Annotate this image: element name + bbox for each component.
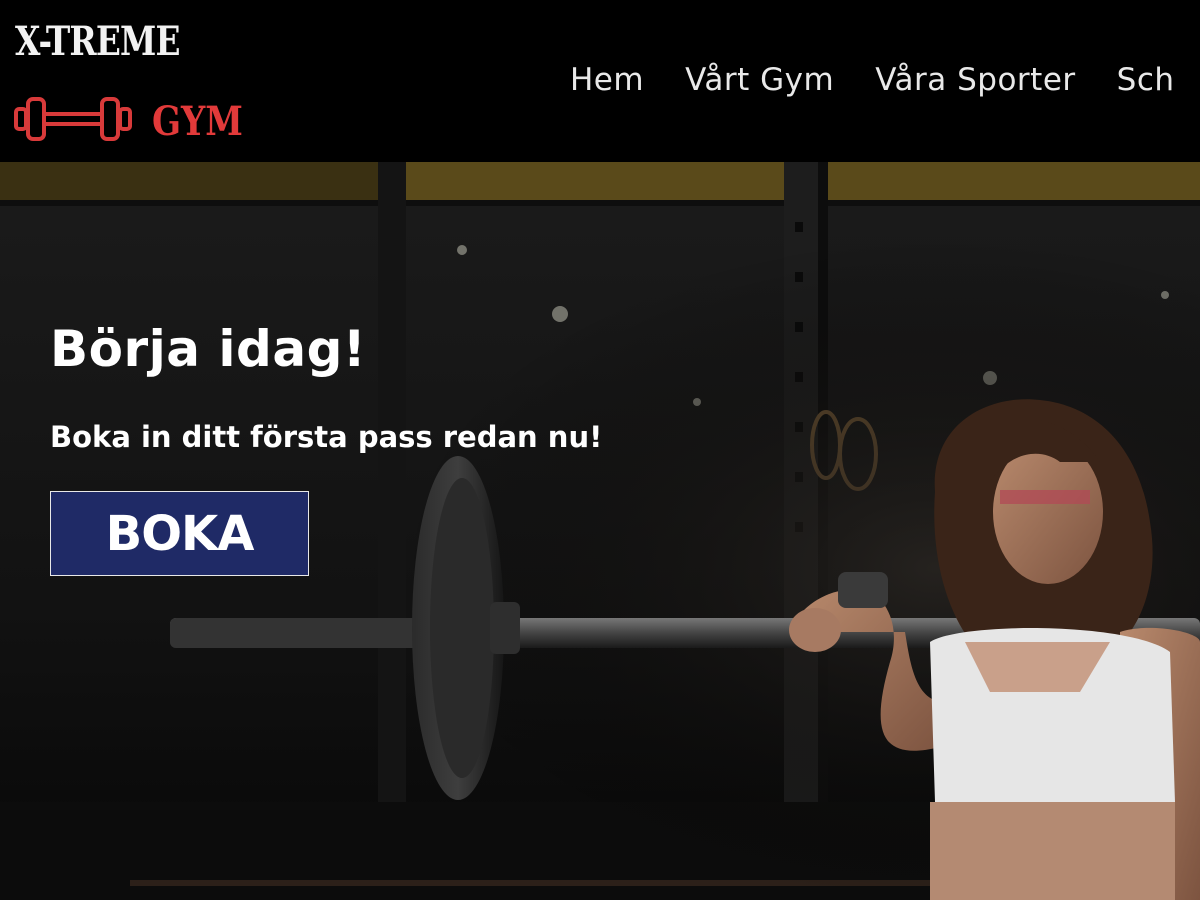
main-nav: Hem Vårt Gym Våra Sporter Sch [570,62,1175,98]
nav-link-schema[interactable]: Sch [1117,62,1175,98]
site-logo[interactable]: X-TREME GYM [10,8,250,156]
logo-text-bottom: GYM [152,98,243,145]
hero-section: Börja idag! Boka in ditt första pass red… [0,162,1200,900]
hero-subtitle: Boka in ditt första pass redan nu! [50,420,603,454]
page: X-TREME GYM Hem Vårt Gym Våra Sporter Sc… [0,0,1200,900]
hero-title: Börja idag! [50,320,367,378]
nav-link-vart-gym[interactable]: Vårt Gym [685,62,834,98]
book-button[interactable]: BOKA [50,491,309,576]
site-header: X-TREME GYM Hem Vårt Gym Våra Sporter Sc… [0,0,1200,162]
nav-link-hem[interactable]: Hem [570,62,644,98]
logo-text-top: X-TREME [15,18,181,65]
dumbbell-icon [14,97,132,141]
nav-link-vara-sporter[interactable]: Våra Sporter [875,62,1075,98]
